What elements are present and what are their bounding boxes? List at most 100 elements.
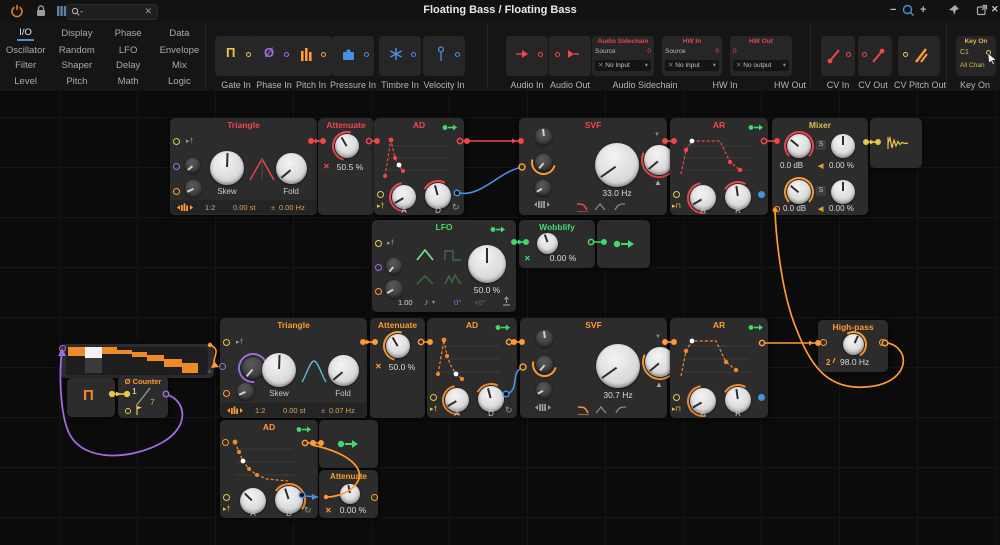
phase-knob[interactable] xyxy=(185,158,200,173)
loop-icon[interactable]: ↻ xyxy=(452,202,460,213)
pop-out-icon[interactable] xyxy=(976,4,988,16)
module-ar-1[interactable]: AR ▸⊓ A R xyxy=(670,118,768,215)
retrigger-icon[interactable]: ▸† xyxy=(387,239,394,247)
reset-in-port[interactable] xyxy=(125,408,131,414)
cutoff-mod-knob[interactable] xyxy=(535,154,552,171)
amount-value[interactable]: 50.0 % xyxy=(389,362,415,372)
module-lfo[interactable]: LFO ▸† 50.0 % 1.00 ♪ ▾ 0° +0° xyxy=(372,220,516,312)
drive-knob[interactable] xyxy=(535,128,552,145)
tab-envelope[interactable]: Envelope xyxy=(158,44,202,57)
keyboard-icon[interactable] xyxy=(534,200,550,209)
envelope-graph[interactable] xyxy=(676,134,756,182)
source-select[interactable]: ✕ No Input▾ xyxy=(595,60,651,71)
skew-knob[interactable] xyxy=(210,151,244,185)
envelope-graph[interactable] xyxy=(380,134,452,182)
pitch-mode-icon[interactable] xyxy=(177,203,193,212)
cutoff-knob[interactable] xyxy=(843,334,864,355)
fold-knob[interactable] xyxy=(328,355,359,386)
module-gate-source[interactable]: Π xyxy=(67,378,115,417)
mod-out-toggle-icon[interactable] xyxy=(296,425,312,434)
module-modulator-out-1[interactable] xyxy=(597,220,650,268)
bipolar-icon[interactable]: ✕ xyxy=(323,162,330,171)
ch1-pan-value[interactable]: 0.00 % xyxy=(829,161,854,170)
wave-random-icon[interactable] xyxy=(444,272,462,285)
gate-in-port[interactable] xyxy=(673,191,680,198)
retrigger-icon[interactable]: ▸† xyxy=(186,137,193,145)
amount-value[interactable]: 50.5 % xyxy=(337,162,363,172)
cutoff-knob[interactable] xyxy=(595,143,639,187)
amount-value[interactable]: 0.00 % xyxy=(550,253,576,263)
note-sync-icon[interactable]: ♪ xyxy=(424,297,429,307)
palette-velocity-in[interactable] xyxy=(423,36,465,76)
module-attenuate-3[interactable]: Attenuate ✕ 0.00 % xyxy=(319,470,378,518)
gate-in-port[interactable] xyxy=(430,394,437,401)
tab-pitch[interactable]: Pitch xyxy=(64,75,89,88)
tab-display[interactable]: Display xyxy=(59,27,94,40)
ch1-solo-button[interactable]: S xyxy=(816,140,826,150)
mod-out-toggle-icon[interactable] xyxy=(442,123,458,132)
audio-out-port[interactable] xyxy=(879,339,886,346)
module-ar-2[interactable]: AR ▸⊓ A R xyxy=(670,318,768,418)
module-wobblify[interactable]: Wobblify ✕ 0.00 % xyxy=(519,220,595,268)
phase-in-port[interactable] xyxy=(219,363,226,370)
mod-out-toggle-icon[interactable] xyxy=(748,323,764,332)
close-icon[interactable]: ✕ xyxy=(991,4,999,15)
palette-audio-sidechain[interactable]: Audio Sidechain Source0 ✕ No Input▾ xyxy=(592,36,654,76)
pitch-in-port[interactable] xyxy=(173,188,180,195)
steps-settings-icon[interactable]: ≛ xyxy=(207,369,212,376)
out-port[interactable] xyxy=(371,494,378,501)
speaker-icon[interactable]: ◀ xyxy=(818,162,823,170)
mod-out-toggle-icon[interactable] xyxy=(490,225,506,234)
drive-knob[interactable] xyxy=(536,330,553,347)
palette-phase-in[interactable]: Ø xyxy=(253,36,295,76)
module-counter[interactable]: Ø Counter 1 7 xyxy=(118,375,168,418)
bipolar-icon[interactable]: ✕ xyxy=(325,506,332,515)
amount-knob[interactable] xyxy=(335,134,359,158)
envelope-graph[interactable] xyxy=(676,334,756,384)
hz-value[interactable]: 0.07 Hz xyxy=(329,406,355,415)
tab-random[interactable]: Random xyxy=(57,44,97,57)
gate-in-port[interactable] xyxy=(377,191,384,198)
phase-in-port[interactable] xyxy=(375,264,382,271)
filter-mode-icons[interactable] xyxy=(575,201,627,212)
ch2-level-knob[interactable] xyxy=(787,180,811,204)
palette-key-on[interactable]: Key On C1 All Chan xyxy=(956,36,996,76)
palette-audio-in[interactable] xyxy=(506,36,548,76)
ch2-solo-button[interactable]: S xyxy=(816,186,826,196)
amount-knob[interactable] xyxy=(340,484,360,504)
amount-knob[interactable] xyxy=(468,245,506,283)
steps-display[interactable] xyxy=(66,347,208,375)
gate-in-port[interactable] xyxy=(223,494,230,501)
phase-reset-icon[interactable] xyxy=(502,296,511,306)
fold-knob[interactable] xyxy=(276,153,307,184)
palette-cv-out[interactable] xyxy=(858,36,892,76)
keytrack-knob[interactable] xyxy=(535,180,551,196)
cutoff-knob[interactable] xyxy=(596,344,640,388)
cutoff-value[interactable]: 98.0 Hz xyxy=(840,357,869,367)
phase-in-port[interactable] xyxy=(173,163,180,170)
palette-pitch-in[interactable] xyxy=(290,36,332,76)
semitone-value[interactable]: 0.00 st xyxy=(233,203,256,212)
bipolar-icon[interactable]: ✕ xyxy=(524,254,531,263)
keytrack-knob[interactable] xyxy=(536,382,552,398)
offset-value[interactable]: +0° xyxy=(474,298,486,307)
output-select[interactable]: ✕ No output▾ xyxy=(733,60,789,71)
tab-filter[interactable]: Filter xyxy=(13,59,38,72)
amount-value[interactable]: 50.0 % xyxy=(474,285,500,295)
mod-out-port[interactable] xyxy=(758,394,765,401)
amount-value[interactable]: 0.00 % xyxy=(340,505,366,515)
module-attenuate-1[interactable]: Attenuate ✕ 50.5 % xyxy=(318,118,374,215)
audio-in-port[interactable] xyxy=(820,339,827,346)
pitch-knob[interactable] xyxy=(237,383,254,400)
cutoff-mod-knob[interactable] xyxy=(536,356,553,373)
amount-knob[interactable] xyxy=(386,334,410,358)
gate-in-port[interactable] xyxy=(223,339,230,346)
tab-lfo[interactable]: LFO xyxy=(117,44,139,57)
rate-knob[interactable] xyxy=(385,280,403,298)
palette-pressure-in[interactable] xyxy=(332,36,374,76)
bipolar-icon[interactable]: ✕ xyxy=(375,362,382,371)
wave-triangle2-icon[interactable] xyxy=(416,272,434,285)
tab-mix[interactable]: Mix xyxy=(170,59,189,72)
ratio-value[interactable]: 1:2 xyxy=(255,406,265,415)
retrigger-icon[interactable]: ▸† xyxy=(223,505,230,513)
